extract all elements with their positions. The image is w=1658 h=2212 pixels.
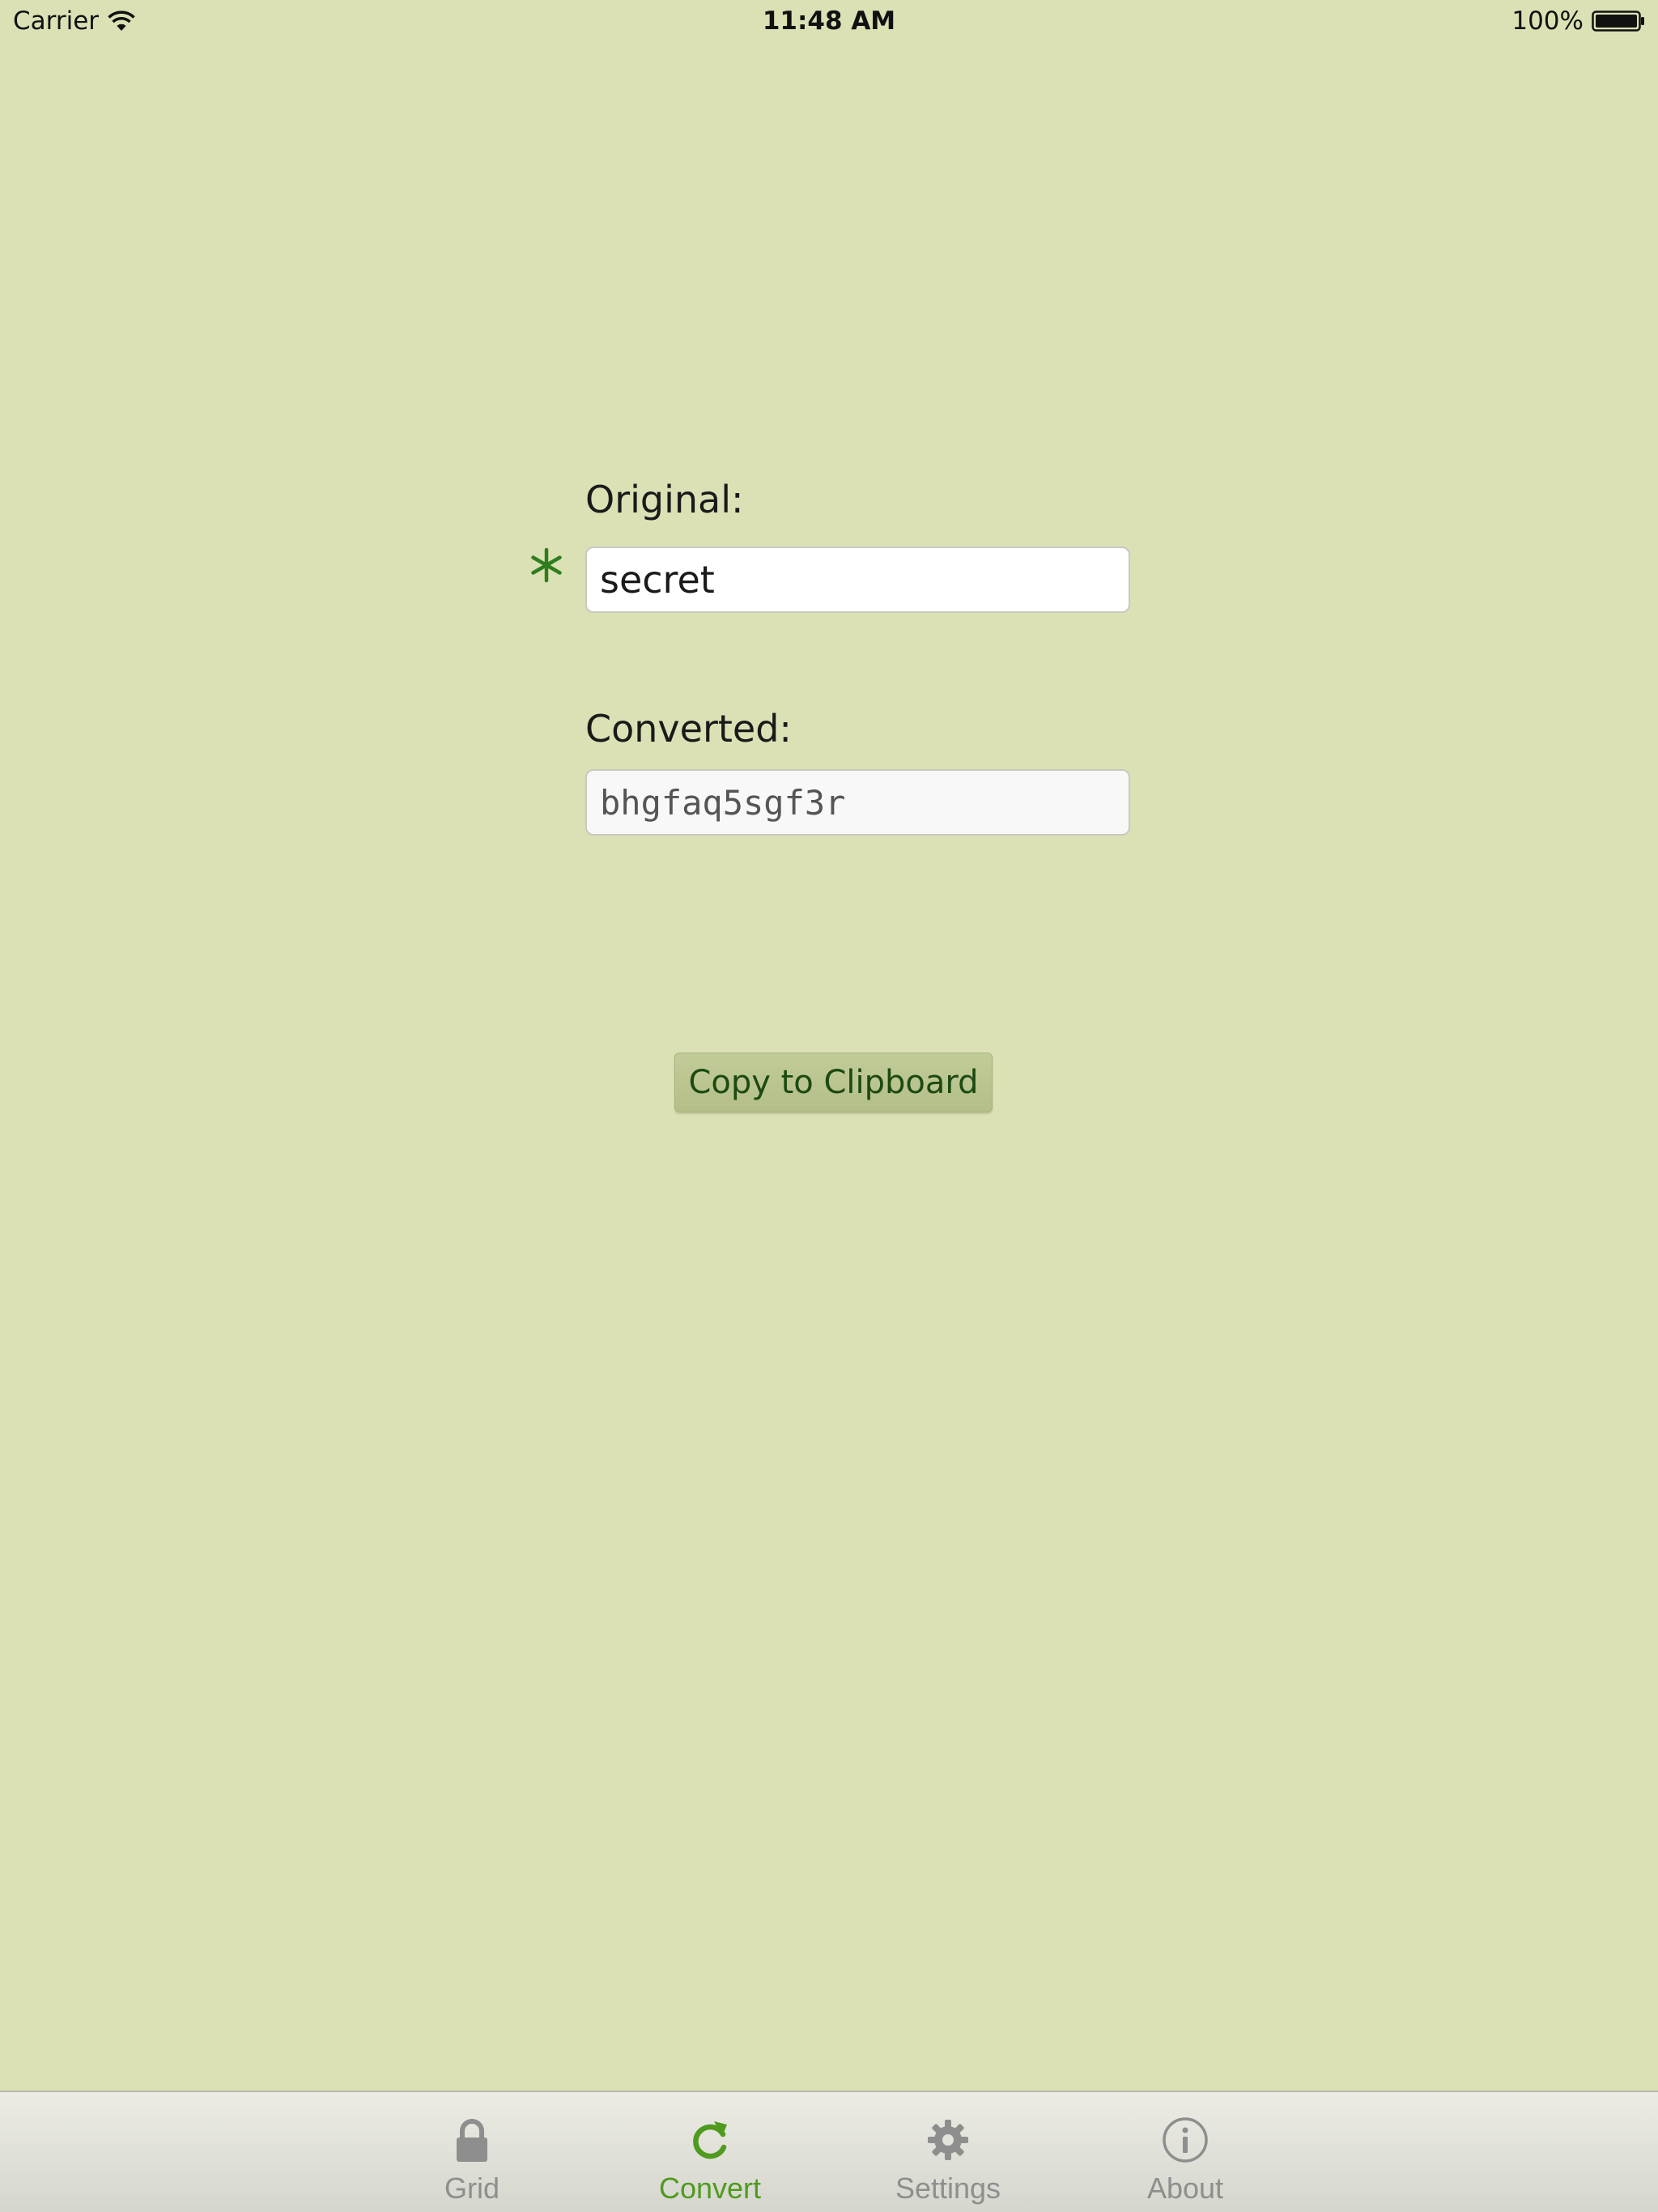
battery-indicator: 100%: [1511, 6, 1645, 36]
tab-convert-label: Convert: [658, 2172, 762, 2205]
converted-output-value: bhgfaq5sgf3r: [600, 782, 846, 823]
converted-output[interactable]: bhgfaq5sgf3r: [585, 769, 1130, 836]
battery-percent: 100%: [1511, 6, 1584, 36]
tab-settings[interactable]: Settings: [867, 2092, 1029, 2212]
tab-bar: Grid Convert Settings About: [0, 2091, 1658, 2212]
tab-grid-label: Grid: [444, 2172, 500, 2205]
status-time: 11:48 AM: [762, 6, 896, 36]
original-label: Original:: [585, 478, 744, 521]
converted-label: Converted:: [585, 707, 792, 751]
copy-to-clipboard-button[interactable]: Copy to Clipboard: [674, 1053, 993, 1112]
tab-grid[interactable]: Grid: [391, 2092, 553, 2212]
tab-about-label: About: [1146, 2172, 1224, 2205]
lock-icon: [457, 2119, 487, 2162]
asterisk-icon: [531, 547, 562, 583]
tab-convert[interactable]: Convert: [629, 2092, 791, 2212]
info-icon: [1163, 2117, 1208, 2163]
refresh-icon: [693, 2121, 727, 2159]
gear-icon: [928, 2120, 968, 2160]
status-bar: Carrier 11:48 AM 100%: [0, 0, 1658, 45]
original-input-value: secret: [600, 558, 715, 602]
battery-icon: [1592, 11, 1644, 32]
tab-settings-label: Settings: [895, 2172, 1001, 2205]
tab-about[interactable]: About: [1104, 2092, 1266, 2212]
original-input[interactable]: secret: [585, 547, 1130, 613]
